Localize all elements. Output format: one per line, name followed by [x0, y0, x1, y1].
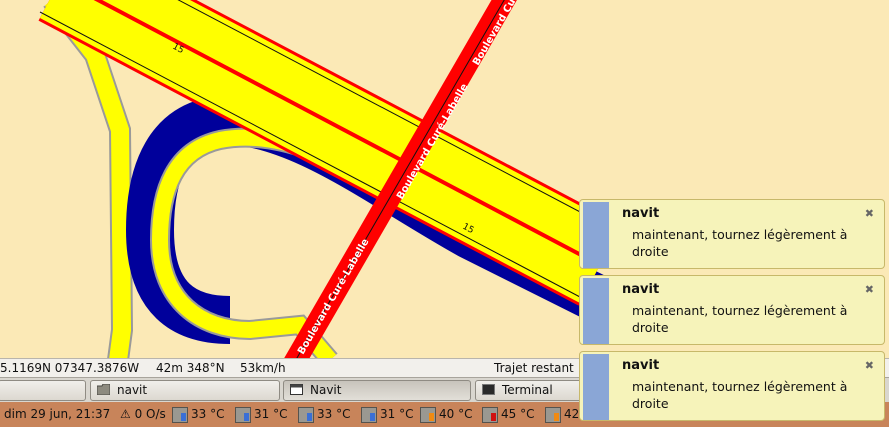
temperature-level: [370, 413, 375, 421]
clock[interactable]: dim 29 jun, 21:37: [4, 407, 110, 421]
task-label: navit: [117, 383, 148, 397]
notification-popup[interactable]: navit maintenant, tournez légèrement à dr…: [579, 351, 885, 421]
network-monitor[interactable]: ⚠ 0 O/s: [120, 407, 166, 421]
taskbar-button-navit-folder[interactable]: navit: [90, 380, 280, 401]
task-label: Terminal: [502, 383, 553, 397]
network-icon: ⚠: [120, 407, 131, 421]
taskbar-button-blank[interactable]: [0, 380, 86, 401]
folder-icon: [97, 384, 110, 395]
notification-title: navit: [622, 358, 660, 373]
notification-stripe: [583, 202, 609, 268]
temperature-level: [554, 413, 559, 421]
temperature-value: 45 °C: [501, 407, 535, 421]
network-rate: 0 O/s: [134, 407, 166, 421]
close-icon[interactable]: ✖: [865, 359, 874, 372]
close-icon[interactable]: ✖: [865, 207, 874, 220]
taskbar-button-navit-window[interactable]: Navit: [283, 380, 471, 401]
notification-body: maintenant, tournez légèrement à droite: [632, 379, 848, 411]
notification-title: navit: [622, 282, 660, 297]
temperature-level: [491, 413, 496, 421]
close-icon[interactable]: ✖: [865, 283, 874, 296]
temperature-level: [244, 413, 249, 421]
distance-heading-readout: 42m 348°N: [156, 361, 225, 375]
notification-body: maintenant, tournez légèrement à droite: [632, 303, 848, 335]
temperature-value: 31 °C: [380, 407, 414, 421]
notification-popup[interactable]: navit maintenant, tournez légèrement à dr…: [579, 199, 885, 269]
temperature-value: 40 °C: [439, 407, 473, 421]
window-icon: [290, 384, 303, 395]
notification-title: navit: [622, 206, 660, 221]
temperature-level: [429, 413, 434, 421]
temperature-value: 33 °C: [317, 407, 351, 421]
temperature-value: 33 °C: [191, 407, 225, 421]
notification-body: maintenant, tournez légèrement à droite: [632, 227, 848, 259]
terminal-icon: [482, 384, 495, 395]
temperature-level: [181, 413, 186, 421]
remaining-route-label: Trajet restant: [494, 361, 574, 375]
notification-popup[interactable]: navit maintenant, tournez légèrement à dr…: [579, 275, 885, 345]
coordinates-readout: 5.1169N 07347.3876W: [0, 361, 140, 375]
notification-stripe: [583, 278, 609, 344]
temperature-level: [307, 413, 312, 421]
speed-readout: 53km/h: [240, 361, 286, 375]
temperature-value: 31 °C: [254, 407, 288, 421]
task-label: Navit: [310, 383, 342, 397]
notification-stripe: [583, 354, 609, 420]
taskbar-button-terminal[interactable]: Terminal: [475, 380, 587, 401]
temperature-value: 42: [564, 407, 580, 421]
